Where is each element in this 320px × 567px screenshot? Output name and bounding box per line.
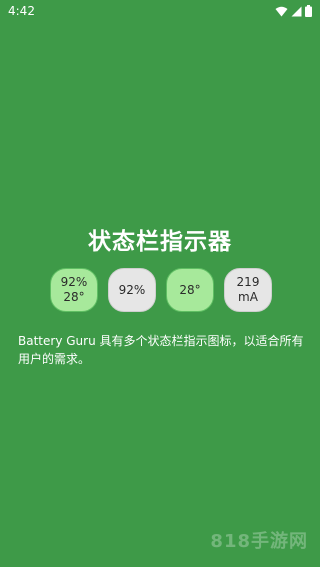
indicator-percent: 92% (108, 268, 156, 312)
indicator-line2: mA (238, 290, 258, 304)
description-text: Battery Guru 具有多个状态栏指示图标，以适合所有用户的需求。 (18, 334, 304, 366)
status-bar: 4:42 (0, 0, 320, 22)
indicator-line1: 219 (236, 275, 260, 289)
status-time: 4:42 (8, 4, 35, 18)
indicator-examples: 92% 28° 92% 28° 219 mA (50, 268, 272, 312)
wifi-icon (275, 6, 288, 17)
status-icons (275, 5, 312, 17)
battery-icon (305, 5, 312, 17)
watermark-logo: 818手游网 (210, 531, 308, 552)
indicator-line2: 28° (63, 290, 85, 304)
page-title: 状态栏指示器 (88, 229, 232, 255)
indicator-percent-temp: 92% 28° (50, 268, 98, 312)
indicator-line1: 92% (60, 275, 88, 289)
indicator-line1: 28° (179, 282, 201, 297)
indicator-temperature: 28° (166, 268, 214, 312)
signal-icon (291, 6, 302, 17)
indicator-line1: 92% (118, 282, 146, 297)
indicator-current: 219 mA (224, 268, 272, 312)
